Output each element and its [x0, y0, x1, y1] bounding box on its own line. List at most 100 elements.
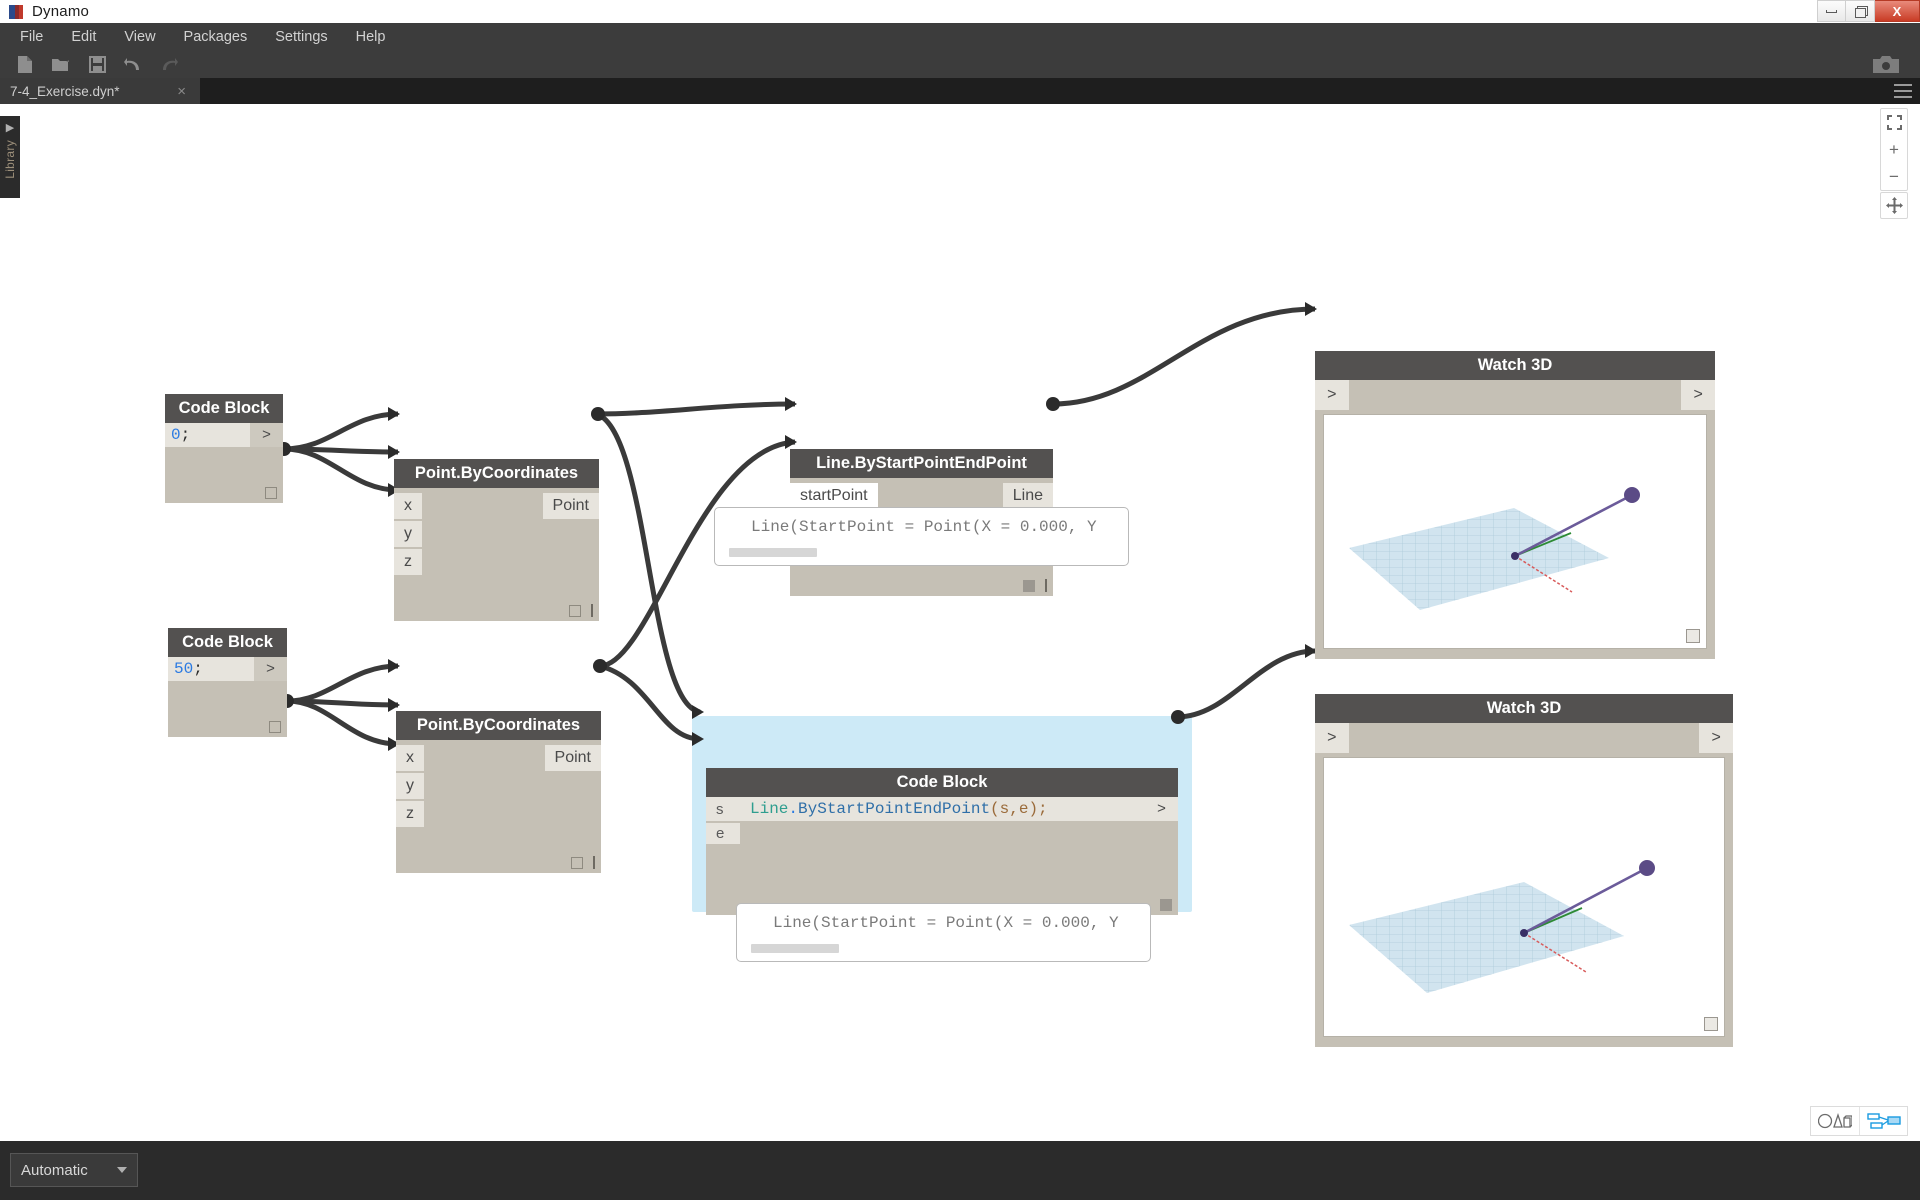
minimize-button[interactable] [1817, 0, 1846, 22]
code-block-input[interactable]: 0; [165, 423, 250, 447]
graph-view-icon [1866, 1113, 1901, 1129]
menu-item-packages[interactable]: Packages [170, 25, 262, 49]
screenshot-button[interactable] [1868, 51, 1904, 77]
pan-button[interactable] [1880, 192, 1908, 219]
menu-hamburger-icon[interactable] [1894, 84, 1912, 98]
workspace-tab[interactable]: 7-4_Exercise.dyn* × [0, 78, 200, 104]
input-port-z[interactable]: z [394, 549, 422, 575]
menu-item-file[interactable]: File [6, 25, 57, 49]
graph-view-toggle[interactable] [1859, 1107, 1907, 1135]
zoom-out-button[interactable]: − [1881, 163, 1907, 190]
pin-preview-icon[interactable] [1023, 579, 1035, 592]
input-port-x[interactable]: x [396, 745, 424, 771]
maximize-button[interactable] [1846, 0, 1875, 22]
watch3d-viewport[interactable] [1323, 757, 1725, 1037]
expand-library-icon[interactable]: ▶ [6, 121, 14, 134]
output-port-watch3d[interactable]: > [1681, 380, 1715, 410]
output-port-watch3d[interactable]: > [1699, 723, 1733, 753]
node-code-block-bottom[interactable]: Code Block 50; > [168, 628, 287, 737]
code-block-output-port[interactable]: > [249, 423, 283, 447]
code-block-row: 50; > [168, 657, 287, 681]
fit-to-screen-button[interactable] [1881, 109, 1907, 136]
pin-preview-icon[interactable] [265, 487, 277, 499]
code-token-method: ByStartPointEndPoint [798, 800, 991, 818]
menu-item-edit[interactable]: Edit [57, 25, 110, 49]
code-block-value: 50 [174, 660, 194, 678]
watch3d-viewport[interactable] [1323, 414, 1707, 649]
node-title: Point.ByCoordinates [396, 711, 601, 740]
code-block-input[interactable]: Line.ByStartPointEndPoint(s,e); [740, 797, 1145, 821]
input-port-x[interactable]: x [394, 493, 422, 519]
pin-preview-icon[interactable] [1160, 899, 1172, 911]
input-port-s[interactable]: s [706, 797, 740, 821]
menu-item-settings[interactable]: Settings [261, 25, 341, 49]
node-title: Code Block [706, 768, 1178, 797]
node-watch3d-top[interactable]: Watch 3D > > [1315, 351, 1715, 659]
zoom-controls: + − [1880, 108, 1908, 191]
pin-preview-icon[interactable] [269, 721, 281, 733]
node-watch3d-bottom[interactable]: Watch 3D > > [1315, 694, 1733, 1047]
code-block-input[interactable]: 50; [168, 657, 254, 681]
run-mode-select[interactable]: Automatic [10, 1153, 138, 1187]
pan-icon [1885, 197, 1903, 214]
undo-icon [124, 57, 139, 70]
input-port-e[interactable]: e [706, 823, 740, 844]
preview-bubble-line[interactable]: Line(StartPoint = Point(X = 0.000, Y [714, 507, 1129, 566]
node-footer [571, 856, 595, 869]
resize-handle[interactable] [1704, 1017, 1718, 1031]
code-block-semicolon: ; [180, 426, 191, 444]
port-dot [1046, 397, 1060, 411]
undo-button[interactable] [118, 51, 148, 77]
new-file-button[interactable] [10, 51, 40, 77]
lacing-indicator-icon [1045, 579, 1047, 592]
watch3d-port-bar: > > [1315, 380, 1715, 410]
input-port-watch3d[interactable]: > [1315, 380, 1349, 410]
library-label: Library [3, 140, 17, 179]
node-title: Watch 3D [1315, 351, 1715, 380]
input-port-watch3d[interactable]: > [1315, 723, 1349, 753]
menu-item-view[interactable]: View [110, 25, 169, 49]
wire [595, 411, 701, 715]
code-block-output-port[interactable]: > [253, 657, 287, 681]
port-arrow [388, 659, 400, 673]
zoom-in-button[interactable]: + [1881, 136, 1907, 163]
library-panel-collapsed[interactable]: ▶ Library [0, 116, 20, 198]
minimize-icon [1826, 9, 1837, 13]
wire [283, 411, 399, 452]
port-dot [593, 659, 607, 673]
code-block-output-port[interactable]: > [1144, 797, 1178, 821]
input-port-y[interactable]: y [396, 773, 424, 799]
input-port-startpoint[interactable]: startPoint [790, 483, 878, 509]
open-file-button[interactable] [46, 51, 76, 77]
background-preview-toggle[interactable] [1811, 1107, 1859, 1135]
camera-icon [1873, 55, 1899, 73]
node-point-bycoordinates-bottom[interactable]: Point.ByCoordinates x y z Point [396, 711, 601, 873]
chevron-down-icon [117, 1167, 127, 1173]
tab-close-icon[interactable]: × [169, 83, 194, 100]
port-arrow [388, 698, 400, 712]
redo-button[interactable] [154, 51, 184, 77]
menu-item-help[interactable]: Help [342, 25, 400, 49]
resize-handle[interactable] [1686, 629, 1700, 643]
save-file-button[interactable] [82, 51, 112, 77]
preview-bubble-codeblock[interactable]: Line(StartPoint = Point(X = 0.000, Y [736, 903, 1151, 962]
bottom-bar: Automatic [0, 1141, 1920, 1200]
watch3d-geometry [1349, 860, 1655, 993]
output-port-point[interactable]: Point [542, 493, 599, 519]
pin-preview-icon[interactable] [569, 604, 581, 617]
code-token-class: Line [750, 800, 789, 818]
title-bar: Dynamo X [0, 0, 1920, 23]
output-port-line[interactable]: Line [1002, 483, 1053, 509]
close-button[interactable]: X [1875, 0, 1920, 22]
preview-scrollbar[interactable] [751, 944, 839, 953]
preview-scrollbar[interactable] [729, 548, 817, 557]
pin-preview-icon[interactable] [571, 856, 583, 869]
node-point-bycoordinates-top[interactable]: Point.ByCoordinates x y z Point [394, 459, 599, 621]
output-port-point[interactable]: Point [544, 745, 601, 771]
port-arrow [388, 407, 400, 421]
node-code-block-top[interactable]: Code Block 0; > [165, 394, 283, 503]
input-port-y[interactable]: y [394, 521, 422, 547]
input-port-z[interactable]: z [396, 801, 424, 827]
node-code-block-selected[interactable]: Code Block s Line.ByStartPointEndPoint(s… [706, 768, 1178, 915]
graph-canvas[interactable]: Code Block 0; > Point.ByCoordinates x y … [0, 104, 1920, 1141]
